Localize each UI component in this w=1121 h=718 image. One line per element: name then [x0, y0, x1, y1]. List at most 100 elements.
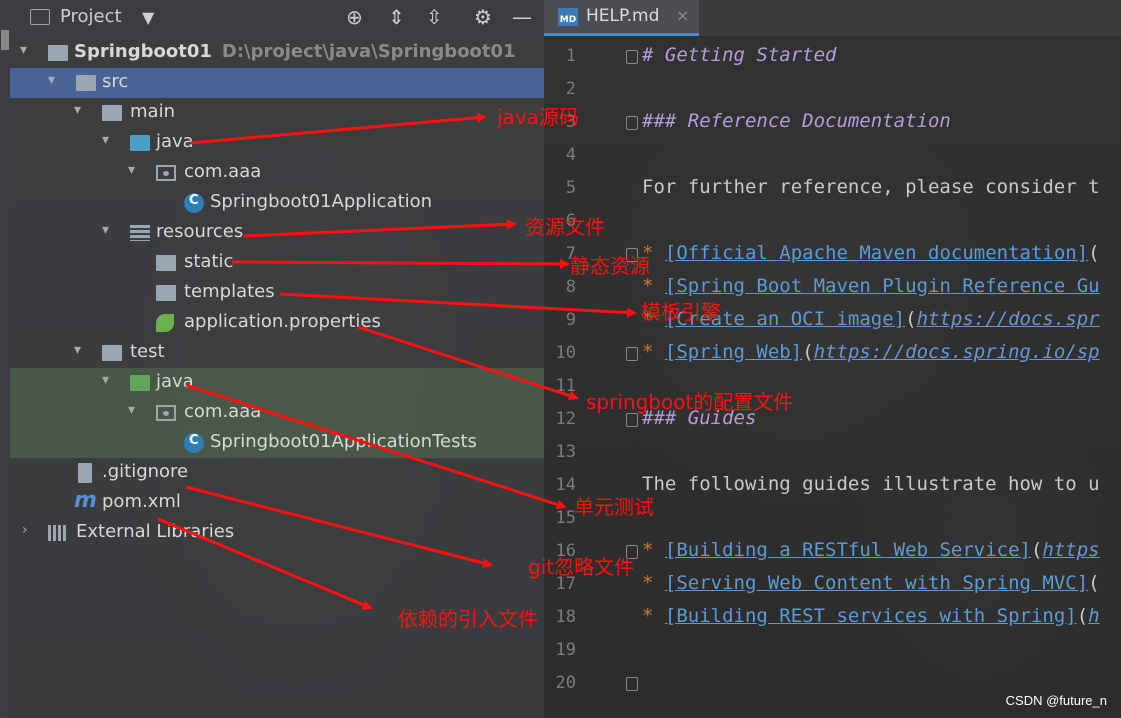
source-folder-icon [130, 135, 150, 151]
annotation-template-engine: 模板引擎 [641, 300, 721, 324]
folder-icon [102, 345, 122, 361]
project-panel-title[interactable]: Project [60, 6, 122, 27]
tab-help-md[interactable]: MD HELP.md × [544, 0, 699, 36]
code-line-14: The following guides illustrate how to u [642, 473, 1100, 495]
package-icon [156, 405, 176, 421]
collapse-all-icon[interactable]: ⇳ [426, 5, 443, 29]
tree-item-label: Springboot01ApplicationTests [210, 431, 477, 452]
tree-item-src[interactable]: ▾ src [10, 68, 544, 98]
tree-item-application-class[interactable]: Springboot01Application [10, 188, 544, 218]
tree-item-label: main [130, 101, 175, 122]
md-link[interactable]: [Serving Web Content with Spring MVC] [665, 572, 1088, 594]
tree-item-templates[interactable]: templates [10, 278, 544, 308]
chevron-down-icon[interactable]: ▾ [128, 162, 135, 178]
code-line-7: * [Official Apache Maven documentation]( [642, 242, 1100, 264]
maven-icon: m [74, 488, 97, 513]
crosshair-icon[interactable]: ⊕ [346, 5, 363, 29]
folder-icon [30, 9, 50, 25]
md-link[interactable]: [Spring Boot Maven Plugin Reference Gu [665, 275, 1100, 297]
annotation-unit-test: 单元测试 [574, 495, 654, 519]
line-number: 9 [565, 310, 576, 330]
tree-item-package[interactable]: ▾ com.aaa [10, 158, 544, 188]
md-paren: ( [802, 341, 814, 363]
chevron-down-icon[interactable]: ▾ [74, 102, 81, 118]
code-line-16: * [Building a RESTful Web Service](https [642, 539, 1100, 561]
tree-item-label: static [184, 251, 234, 272]
fold-marker-icon[interactable] [626, 347, 638, 361]
chevron-down-icon[interactable]: ▾ [20, 42, 27, 58]
fold-marker-icon[interactable] [626, 50, 638, 64]
line-number: 18 [555, 607, 576, 627]
tree-item-test-package[interactable]: ▾ com.aaa [10, 398, 544, 428]
tree-item-label: com.aaa [184, 401, 262, 422]
annotation-git-ignore: git忽略文件 [528, 555, 635, 579]
md-url[interactable]: h [1088, 605, 1099, 627]
chevron-down-icon[interactable]: ▾ [102, 132, 109, 148]
code-line-5: For further reference, please consider t [642, 176, 1100, 198]
line-number: 5 [565, 178, 576, 198]
md-url[interactable]: https://docs.spring.io/sp [814, 341, 1100, 363]
md-url[interactable]: https://docs.spr [917, 308, 1100, 330]
annotation-resource-files: 资源文件 [525, 215, 605, 239]
md-paren: ( [1088, 242, 1100, 264]
tree-item-label: resources [156, 221, 244, 242]
md-paren: ( [905, 308, 917, 330]
md-url[interactable]: https [1042, 539, 1099, 561]
tree-item-test[interactable]: ▾ test [10, 338, 544, 368]
tree-item-pom[interactable]: m pom.xml [10, 488, 544, 518]
chevron-down-icon[interactable]: ▾ [128, 402, 135, 418]
tree-item-gitignore[interactable]: .gitignore [10, 458, 544, 488]
md-link[interactable]: [Official Apache Maven documentation] [665, 242, 1088, 264]
chevron-down-icon[interactable]: ▾ [102, 372, 109, 388]
md-link[interactable]: [Building REST services with Spring] [665, 605, 1077, 627]
editor-tab-bar: MD HELP.md × [544, 0, 1121, 36]
tree-item-label: java [156, 131, 194, 152]
bullet: * [642, 572, 654, 594]
chevron-down-icon[interactable]: ▼ [142, 8, 154, 27]
tree-item-application-properties[interactable]: application.properties [10, 308, 544, 338]
tree-item-label: External Libraries [76, 521, 235, 542]
chevron-down-icon[interactable]: ▾ [74, 342, 81, 358]
gear-icon[interactable]: ⚙ [474, 5, 492, 29]
tree-item-label: src [102, 71, 129, 92]
code-line-3: ### Reference Documentation [642, 110, 951, 132]
tree-item-java-test[interactable]: ▾ java [10, 368, 544, 398]
bullet: * [642, 341, 654, 363]
package-icon [156, 165, 176, 181]
chevron-down-icon[interactable]: ▾ [48, 72, 55, 88]
close-icon[interactable]: × [676, 6, 689, 25]
editor-pane: MD HELP.md × 1 2 3 4 5 6 7 8 9 10 11 12 … [544, 0, 1121, 718]
chevron-down-icon[interactable]: ▾ [102, 222, 109, 238]
folder-icon [156, 285, 176, 301]
tree-item-external-libraries[interactable]: › External Libraries [10, 518, 544, 548]
tree-item-path: D:\project\java\Springboot01 [221, 41, 516, 62]
file-icon [78, 463, 92, 483]
tree-item-resources[interactable]: ▾ resources [10, 218, 544, 248]
code-line-1: # Getting Started [642, 44, 837, 66]
tree-item-label: test [130, 341, 165, 362]
spring-class-icon [184, 433, 204, 453]
fold-marker-icon[interactable] [626, 116, 638, 130]
tree-item-module[interactable]: ▾ Springboot01 D:\project\java\Springboot… [10, 38, 544, 68]
tree-item-label: pom.xml [102, 491, 181, 512]
fold-marker-icon[interactable] [626, 677, 638, 691]
project-tool-tab[interactable] [1, 30, 9, 50]
fold-marker-icon[interactable] [626, 413, 638, 427]
tree-item-static[interactable]: static [10, 248, 544, 278]
expand-all-icon[interactable]: ⇕ [388, 5, 405, 29]
code-line-8: * [Spring Boot Maven Plugin Reference Gu [642, 275, 1100, 297]
minimize-icon[interactable]: — [512, 5, 532, 29]
line-number: 20 [555, 673, 576, 693]
tree-item-main[interactable]: ▾ main [10, 98, 544, 128]
md-link[interactable]: [Spring Web] [665, 341, 802, 363]
library-icon [48, 525, 68, 541]
tree-item-java-main[interactable]: ▾ java [10, 128, 544, 158]
chevron-right-icon[interactable]: › [22, 522, 28, 538]
tree-item-application-tests[interactable]: Springboot01ApplicationTests [10, 428, 544, 458]
bullet: * [642, 605, 654, 627]
md-link[interactable]: [Building a RESTful Web Service] [665, 539, 1031, 561]
editor-code-area[interactable]: # Getting Started ### Reference Document… [642, 38, 1121, 718]
tree-item-label: application.properties [184, 311, 381, 332]
line-number: 10 [555, 343, 576, 363]
tree-item-label: .gitignore [102, 461, 189, 482]
